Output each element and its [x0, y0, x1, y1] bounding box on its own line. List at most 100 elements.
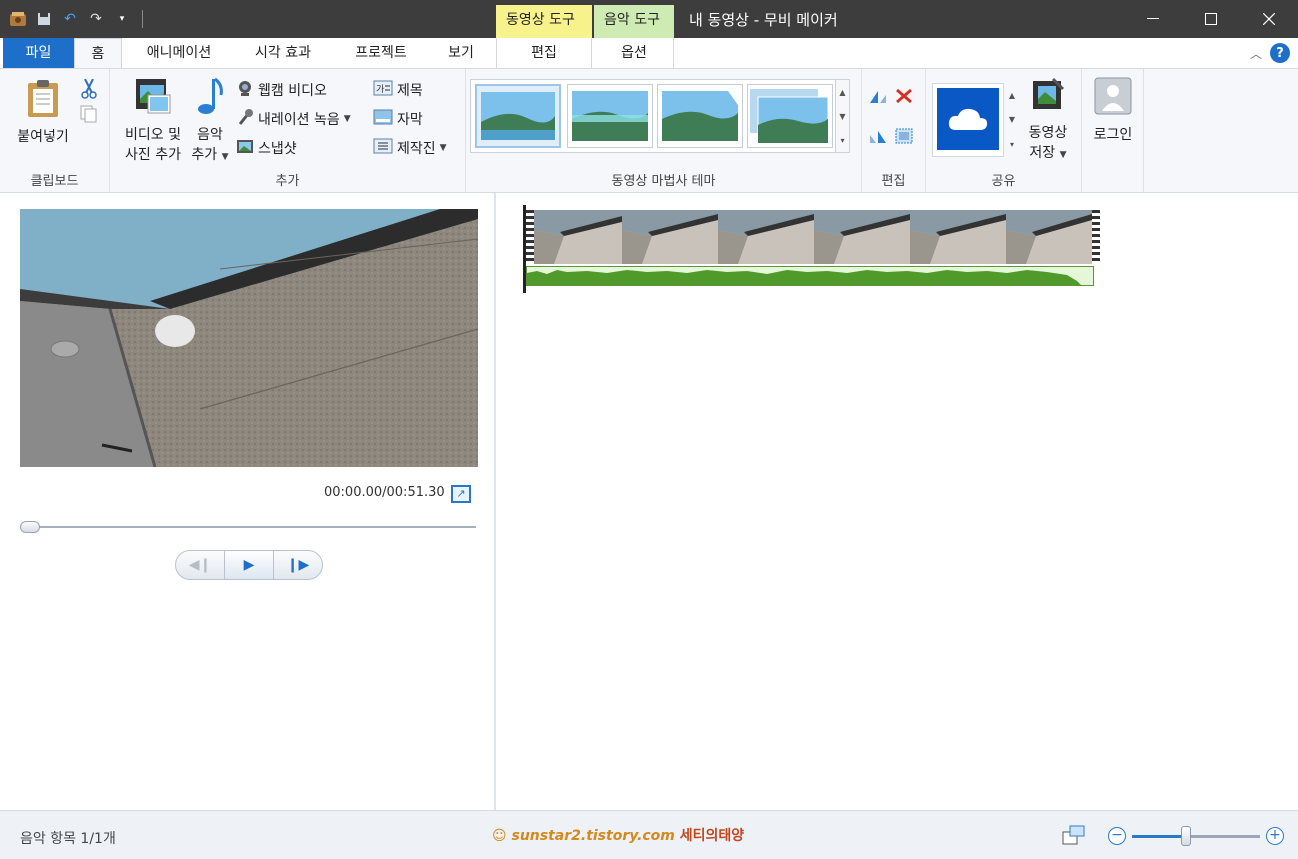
add-music-dropdown-icon[interactable]: ▼ [222, 152, 229, 162]
zoom-slider-fill [1132, 835, 1186, 838]
status-text: 음악 항목 1/1개 [20, 831, 116, 847]
copy-icon[interactable] [80, 105, 100, 125]
status-bar: 음악 항목 1/1개 ☺ sunstar2.tistory.com 세티의태양 … [0, 810, 1298, 859]
next-frame-icon[interactable]: ❙▶ [274, 551, 322, 579]
ribbon: 붙여넣기 클립보드 비디오 및 사진 추가 음악 추가 ▼ 웹캠 비디오 내레이… [0, 68, 1298, 193]
seek-bar[interactable] [20, 526, 476, 528]
share-up-icon[interactable]: ▲ [1009, 91, 1015, 100]
theme-thumbnail-pan-zoom[interactable] [747, 84, 833, 148]
theme-thumbnail-default[interactable] [475, 84, 561, 148]
film-sprocket-left [526, 210, 534, 264]
seek-thumb[interactable] [20, 521, 40, 533]
share-gallery [932, 83, 1004, 157]
save-movie-button[interactable]: 동영상 저장 ▼ [1022, 77, 1074, 165]
credits-dropdown-icon[interactable]: ▼ [440, 143, 447, 153]
context-header-video-tools: 동영상 도구 [496, 5, 592, 38]
record-narration-button[interactable]: 내레이션 녹음 ▼ [236, 106, 351, 132]
qat-customize-chevron-icon[interactable]: ▾ [112, 9, 132, 29]
video-preview[interactable] [20, 209, 478, 467]
group-label-share: 공유 [991, 174, 1016, 189]
theme-thumbnail-fade[interactable] [657, 84, 743, 148]
zoom-in-icon[interactable]: + [1266, 827, 1284, 845]
clip-frame [718, 210, 814, 264]
play-icon[interactable]: ▶ [224, 551, 274, 579]
close-button[interactable] [1246, 0, 1292, 38]
zoom-slider-thumb[interactable] [1180, 826, 1191, 846]
theme-thumbnail-contemporary[interactable] [567, 84, 653, 148]
gallery-up-icon[interactable]: ▲ [839, 88, 845, 97]
share-down-icon[interactable]: ▼ [1009, 115, 1015, 124]
maximize-button[interactable] [1188, 0, 1234, 38]
tab-home[interactable]: 홈 [74, 38, 122, 69]
save-movie-label-2: 저장 [1029, 145, 1056, 161]
previous-frame-icon[interactable]: ◀❙ [176, 551, 224, 579]
add-videos-photos-button[interactable]: 비디오 및 사진 추가 [116, 77, 190, 165]
select-all-icon[interactable] [894, 127, 914, 149]
redo-icon[interactable]: ↷ [86, 9, 106, 29]
caption-icon [373, 108, 393, 130]
credits-button[interactable]: 제작진 ▼ [373, 135, 447, 161]
webcam-video-label: 웹캠 비디오 [258, 83, 327, 99]
save-movie-icon [1022, 77, 1074, 119]
remove-icon[interactable] [894, 87, 914, 109]
caption-button[interactable]: 자막 [373, 106, 423, 132]
share-expand-icon[interactable]: ▾ [1010, 140, 1014, 149]
cut-icon[interactable] [80, 78, 100, 99]
save-movie-dropdown-icon[interactable]: ▼ [1060, 150, 1067, 160]
add-music-button[interactable]: 음악 추가 ▼ [188, 77, 232, 167]
fullscreen-icon[interactable]: ↗ [451, 485, 471, 503]
theme-gallery-scroll: ▲ ▼ ▾ [836, 79, 850, 153]
snapshot-button[interactable]: 스냅샷 [236, 135, 297, 161]
movie-maker-app-icon[interactable] [8, 9, 28, 29]
timecode: 00:00.00/00:51.30 [324, 485, 445, 500]
tab-edit[interactable]: 편집 [500, 38, 588, 68]
paste-icon [8, 79, 78, 123]
onedrive-icon[interactable] [937, 88, 999, 150]
group-add: 비디오 및 사진 추가 음악 추가 ▼ 웹캠 비디오 내레이션 녹음 ▼ 스냅샷… [110, 69, 466, 193]
group-share: ▲ ▼ ▾ 동영상 저장 ▼ 공유 [926, 69, 1082, 193]
undo-icon[interactable]: ↶ [60, 9, 80, 29]
webcam-icon [236, 79, 254, 101]
help-icon[interactable]: ? [1270, 43, 1290, 63]
group-signin: 로그인 [1082, 69, 1144, 193]
group-editing: 편집 [862, 69, 926, 193]
title-button[interactable]: 가 제목 [373, 77, 423, 103]
tab-options[interactable]: 옵션 [596, 38, 672, 68]
paste-button[interactable]: 붙여넣기 [8, 79, 78, 147]
tab-file[interactable]: 파일 [3, 38, 74, 68]
group-label-clipboard: 클립보드 [30, 174, 79, 189]
save-icon[interactable] [34, 9, 54, 29]
title-label: 제목 [397, 83, 423, 99]
watermark-name: 세티의태양 [679, 828, 745, 844]
add-music-label-2: 추가 [191, 147, 218, 163]
minimize-button[interactable] [1130, 0, 1176, 38]
tab-visual-effects[interactable]: 시각 효과 [240, 38, 326, 68]
minimize-ribbon-chevron-icon[interactable]: ︿ [1250, 45, 1262, 62]
zoom-out-icon[interactable]: − [1108, 827, 1126, 845]
film-photo-icon [116, 77, 190, 121]
quick-access-toolbar: ↶ ↷ ▾ [8, 8, 143, 30]
context-header-audio-tools: 음악 도구 [594, 5, 674, 38]
tab-animations[interactable]: 애니메이션 [130, 38, 228, 68]
webcam-video-button[interactable]: 웹캠 비디오 [236, 77, 327, 103]
gallery-expand-icon[interactable]: ▾ [840, 136, 844, 145]
microphone-icon [236, 108, 254, 130]
audio-clip[interactable] [526, 266, 1094, 286]
rotate-right-icon[interactable] [868, 127, 888, 149]
video-clip[interactable] [526, 210, 1100, 264]
qat-separator [142, 10, 143, 28]
gallery-down-icon[interactable]: ▼ [839, 112, 845, 121]
tab-project[interactable]: 프로젝트 [338, 38, 424, 68]
tab-view[interactable]: 보기 [432, 38, 490, 68]
thumbnail-size-icon[interactable] [1062, 824, 1086, 846]
add-videos-photos-label-1: 비디오 및 [125, 127, 181, 143]
group-label-editing: 편집 [881, 174, 906, 189]
signin-button[interactable]: 로그인 [1086, 77, 1140, 145]
group-label-add: 추가 [275, 174, 300, 189]
watermark: ☺ sunstar2.tistory.com 세티의태양 [492, 825, 744, 845]
film-sprocket-right [1092, 210, 1100, 264]
add-videos-photos-label-2: 사진 추가 [125, 147, 181, 163]
rotate-left-icon[interactable] [868, 87, 888, 109]
main-area: 00:00.00/00:51.30 ↗ ◀❙ ▶ ❙▶ [0, 193, 1298, 810]
record-narration-dropdown-icon[interactable]: ▼ [344, 114, 351, 124]
